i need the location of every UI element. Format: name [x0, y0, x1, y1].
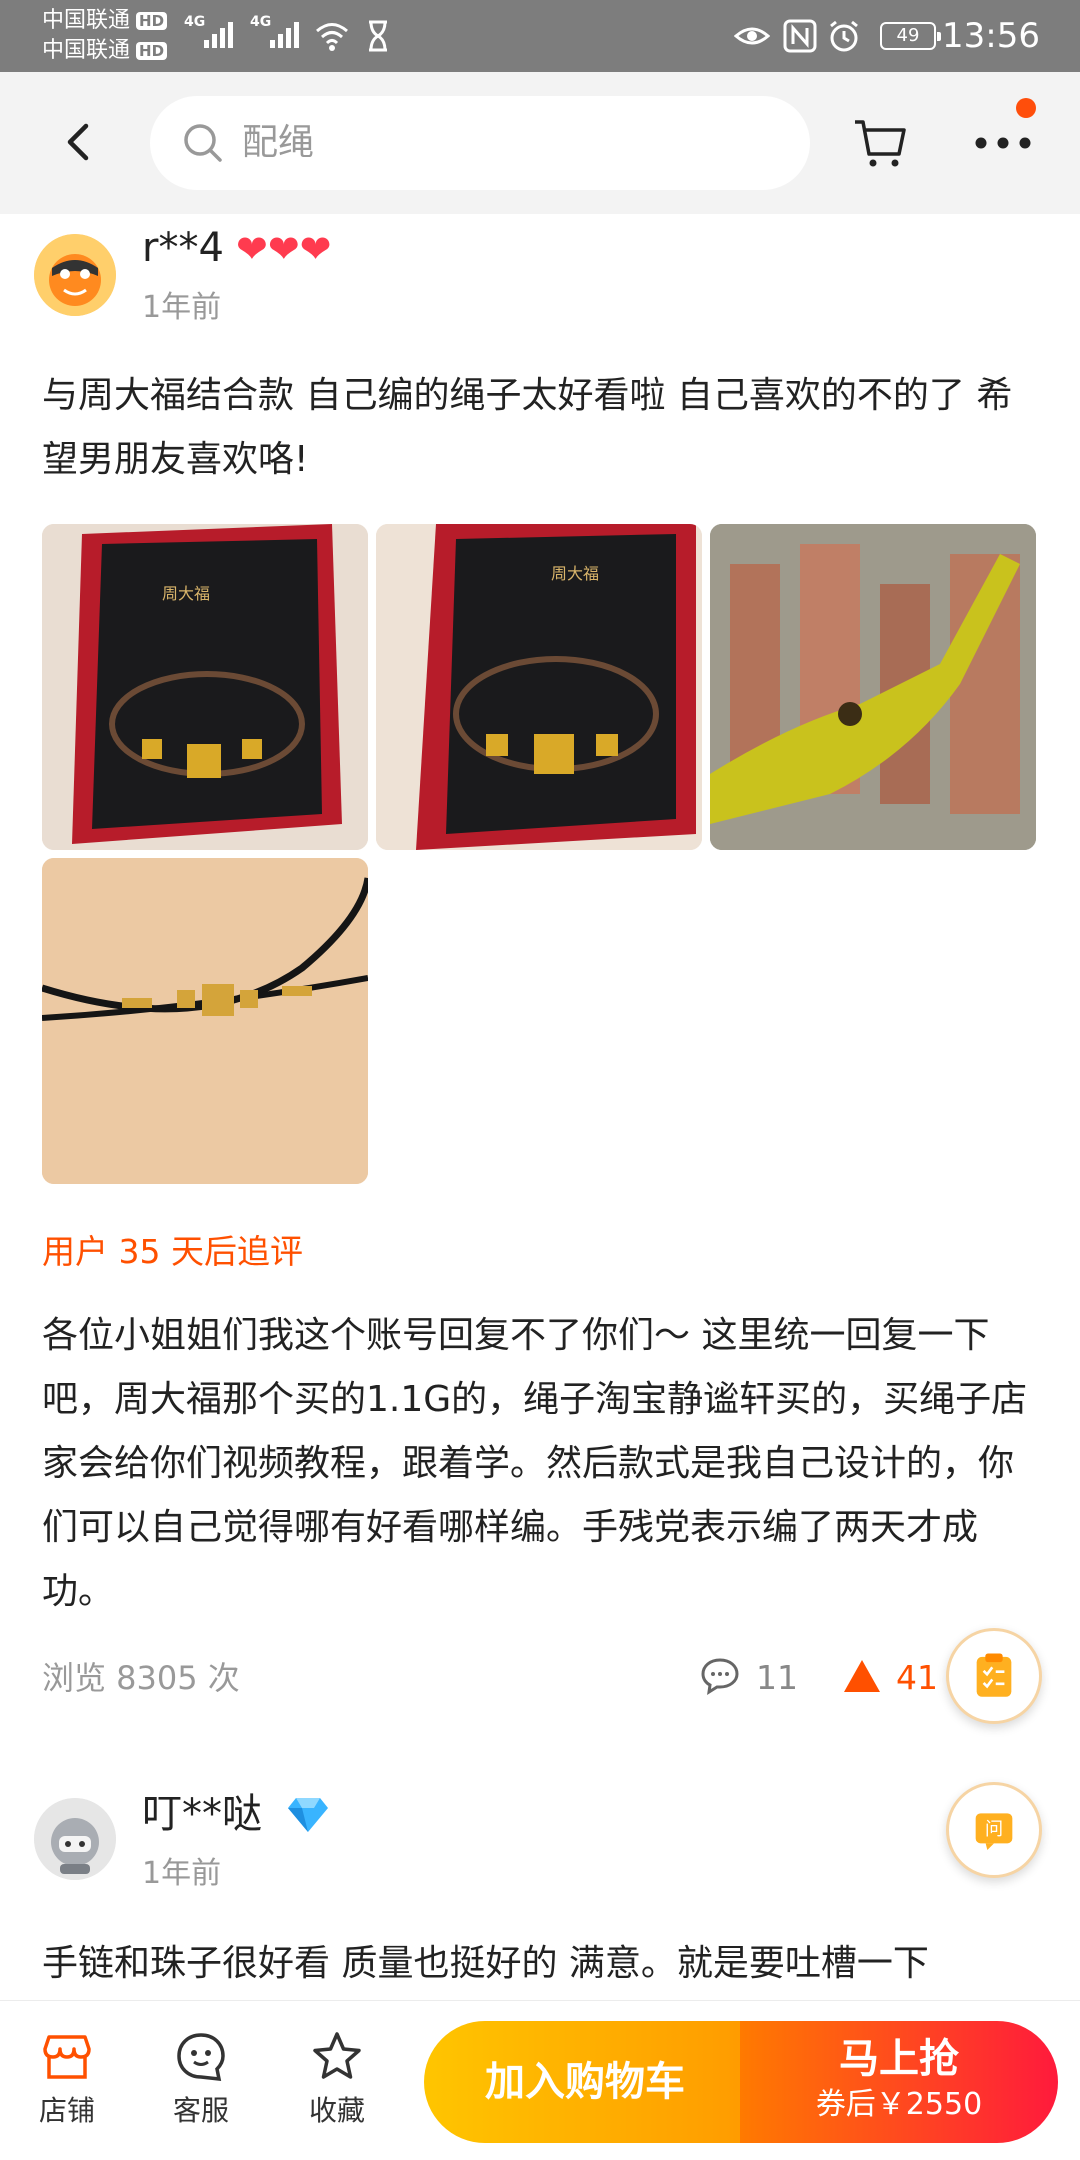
hourglass-icon	[369, 20, 387, 52]
carrier-name: 中国联通	[42, 8, 131, 33]
comment-icon[interactable]	[700, 1656, 740, 1696]
tab-favorite[interactable]: 收藏	[282, 2029, 392, 2131]
hd-badge: HD	[136, 42, 168, 60]
battery-indicator: 49	[880, 22, 941, 50]
like-count: 41	[896, 1658, 938, 1697]
search-placeholder: 配绳	[242, 122, 315, 163]
bottom-action-bar: 店铺 客服 收藏 加入购物车 马上抢 券后￥2550	[0, 2000, 1080, 2160]
carrier-info: 中国联通 HD 中国联通 HD	[42, 6, 168, 66]
avatar[interactable]	[34, 1798, 116, 1880]
avatar[interactable]	[34, 234, 116, 316]
shop-icon	[43, 2035, 91, 2079]
search-bar[interactable]: 配绳	[150, 96, 810, 190]
photo-image	[710, 524, 1036, 850]
comment-count: 11	[756, 1658, 798, 1697]
review-time: 1年前	[142, 290, 222, 325]
like-icon[interactable]	[842, 1658, 882, 1694]
service-label: 客服	[172, 2094, 229, 2127]
network-type: 4G	[184, 14, 206, 30]
box-brand-text: 周大福	[551, 564, 599, 583]
alarm-icon	[830, 20, 858, 52]
photo-image: 周大福	[376, 524, 702, 850]
review-time: 1年前	[142, 1856, 222, 1891]
box-brand-text: 周大福	[162, 584, 210, 603]
add-to-cart-button[interactable]: 加入购物车	[424, 2021, 746, 2143]
floating-list-button[interactable]	[946, 1628, 1042, 1724]
wifi-icon	[316, 23, 348, 51]
photo-image: 周大福	[42, 524, 368, 850]
signal-icon	[204, 18, 238, 48]
eye-icon	[734, 27, 770, 45]
review-photo[interactable]: 周大福	[376, 524, 702, 850]
followup-label: 用户 35 天后追评	[42, 1232, 303, 1271]
star-icon	[313, 2032, 361, 2079]
review-text: 与周大福结合款 自己编的绳子太好看啦 自己喜欢的不的了 希望男朋友喜欢咯!	[42, 375, 1013, 480]
nfc-icon	[783, 19, 817, 53]
avatar-image	[34, 1798, 116, 1880]
avatar-image	[34, 234, 116, 316]
photo-image	[42, 858, 368, 1184]
buy-now-button[interactable]: 马上抢 券后￥2550	[740, 2021, 1058, 2143]
service-icon	[177, 2033, 225, 2082]
buy-now-label: 马上抢	[839, 2036, 959, 2082]
clipboard-icon	[976, 1653, 1012, 1697]
notification-dot	[1016, 98, 1036, 118]
review-photo[interactable]	[710, 524, 1036, 850]
review-photo[interactable]	[42, 858, 368, 1184]
followup-text: 各位小姐姐们我这个账号回复不了你们～ 这里统一回复一下吧，周大福那个买的1.1G…	[42, 1315, 1028, 1612]
top-nav: 配绳	[0, 72, 1080, 214]
price-after-coupon: 券后￥2550	[815, 2087, 983, 2122]
back-arrow-icon[interactable]	[56, 118, 104, 166]
more-icon[interactable]	[972, 130, 1034, 156]
signal-icon	[270, 18, 304, 48]
heart-rank-icons: ❤❤❤	[236, 227, 332, 271]
view-count: 浏览 8305 次	[42, 1659, 240, 1697]
tab-service[interactable]: 客服	[146, 2029, 256, 2131]
username: r**4	[142, 225, 224, 271]
carrier-name: 中国联通	[42, 38, 131, 63]
diamond-level-icon	[288, 1798, 328, 1832]
status-bar: 中国联通 HD 中国联通 HD 4G 4G 49 13:56	[0, 0, 1080, 72]
ask-icon: 问	[975, 1813, 1013, 1850]
review-text: 手链和珠子很好看 质量也挺好的 满意。就是要吐槽一下	[42, 1943, 929, 1984]
ask-label: 问	[985, 1819, 1003, 1840]
review-photo[interactable]: 周大福	[42, 524, 368, 850]
clock: 13:56	[942, 16, 1040, 56]
tab-shop[interactable]: 店铺	[12, 2029, 122, 2131]
hd-badge: HD	[136, 12, 168, 30]
ask-question-button[interactable]: 问	[946, 1782, 1042, 1878]
search-icon	[184, 124, 222, 162]
shop-label: 店铺	[38, 2094, 95, 2127]
favorite-label: 收藏	[308, 2094, 365, 2127]
network-type: 4G	[250, 14, 272, 30]
cart-icon[interactable]	[852, 116, 908, 170]
username: 叮**哒	[142, 1791, 262, 1837]
